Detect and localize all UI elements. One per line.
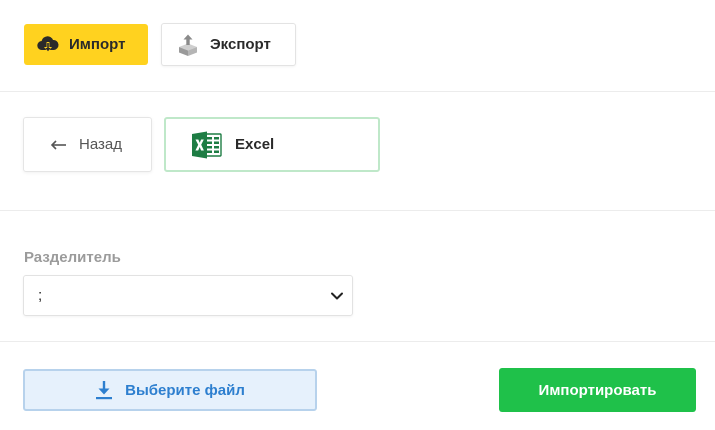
choose-file-button[interactable]: Выберите файл — [23, 369, 317, 411]
separator-label: Разделитель — [24, 249, 121, 266]
back-button-label: Назад — [79, 136, 122, 153]
excel-format-button[interactable]: Excel — [164, 117, 380, 172]
divider — [0, 210, 715, 211]
chevron-down-icon — [330, 289, 344, 307]
import-export-panel: Импорт Экспорт Назад Excel Разделитель ;… — [0, 0, 715, 430]
export-tab-label: Экспорт — [210, 36, 271, 53]
choose-file-label: Выберите файл — [125, 381, 245, 399]
import-submit-button[interactable]: Импортировать — [499, 368, 696, 412]
excel-format-label: Excel — [235, 136, 275, 153]
import-submit-label: Импортировать — [538, 381, 657, 399]
arrow-left-icon — [51, 139, 67, 150]
import-tab-button[interactable]: Импорт — [24, 24, 148, 65]
back-button[interactable]: Назад — [23, 117, 152, 172]
divider — [0, 91, 715, 92]
download-icon — [95, 380, 113, 400]
export-tab-button[interactable]: Экспорт — [161, 23, 296, 66]
box-upload-icon — [176, 33, 200, 57]
import-tab-label: Импорт — [69, 36, 126, 53]
excel-icon — [191, 131, 223, 159]
cloud-download-icon — [37, 35, 59, 55]
separator-selected-value: ; — [38, 287, 43, 304]
separator-select[interactable]: ; — [23, 275, 353, 316]
divider — [0, 341, 715, 342]
